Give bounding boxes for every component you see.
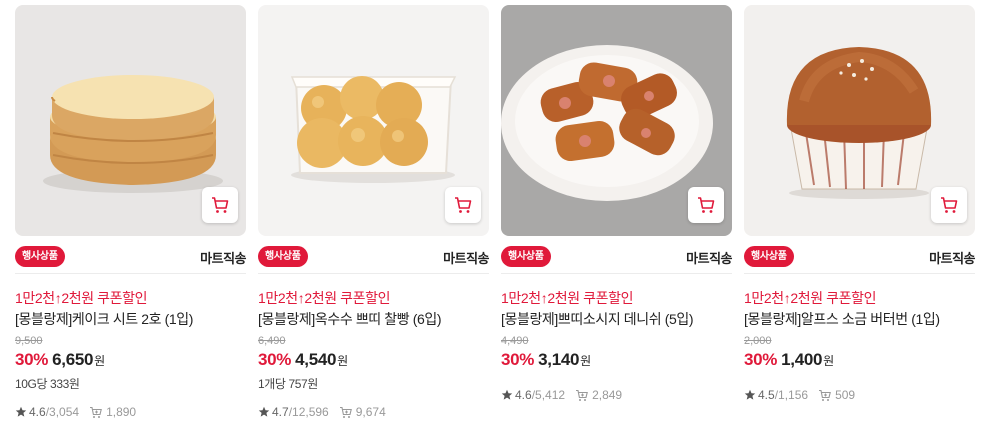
product-grid: 행사상품 마트직송 1만2천↑2천원 쿠폰할인 [몽블랑제]케이크 시트 2호 … (15, 5, 975, 428)
event-badge: 행사상품 (258, 246, 308, 267)
sale-price: 3,140 (538, 350, 580, 369)
product-title[interactable]: [몽블랑제]옥수수 쁘띠 찰빵 (6입) (258, 309, 442, 329)
review-count: /1,156 (774, 388, 809, 402)
cart-count: 9,674 (355, 405, 386, 419)
star-icon (15, 406, 27, 418)
event-badge: 행사상품 (744, 246, 794, 267)
cart-count-icon (575, 389, 589, 402)
cart-count-icon (89, 406, 103, 419)
add-to-cart-button[interactable] (202, 187, 238, 223)
product-image[interactable] (744, 5, 975, 236)
delivery-type: 마트직송 (200, 251, 246, 266)
star-icon (258, 406, 270, 418)
product-image[interactable] (15, 5, 246, 236)
coupon-text: 1만2천↑2천원 쿠폰할인 (258, 290, 391, 306)
product-card[interactable]: 행사상품 마트직송 1만2천↑2천원 쿠폰할인 [몽블랑제]쁘띠소시지 데니쉬 … (501, 5, 732, 428)
cart-count: 1,890 (106, 405, 137, 419)
add-to-cart-button[interactable] (445, 187, 481, 223)
event-badge: 행사상품 (501, 246, 551, 267)
coupon-text: 1만2천↑2천원 쿠폰할인 (15, 290, 148, 306)
product-image[interactable] (258, 5, 489, 236)
original-price: 2,000 (744, 335, 772, 347)
currency: 원 (823, 354, 835, 368)
cart-count: 2,849 (592, 388, 623, 402)
currency: 원 (94, 354, 106, 368)
add-to-cart-button[interactable] (688, 187, 724, 223)
price-row: 30% 1,400원 (744, 350, 834, 370)
original-price: 4,490 (501, 335, 529, 347)
coupon-text: 1만2천↑2천원 쿠폰할인 (744, 290, 877, 306)
product-card[interactable]: 행사상품 마트직송 1만2천↑2천원 쿠폰할인 [몽블랑제]알프스 소금 버터번… (744, 5, 975, 428)
discount-rate: 30% (501, 350, 535, 369)
cart-count-icon (339, 406, 353, 419)
rating: 4.7 (272, 405, 289, 419)
divider (744, 273, 975, 274)
sale-price: 6,650 (52, 350, 94, 369)
product-stats: 4.5/1,156 509 (744, 388, 855, 402)
product-stats: 4.6/3,054 1,890 (15, 405, 136, 419)
cart-icon (212, 197, 229, 213)
discount-rate: 30% (258, 350, 292, 369)
price-row: 30% 6,650원 (15, 350, 105, 370)
coupon-text: 1만2천↑2천원 쿠폰할인 (501, 290, 634, 306)
product-image[interactable] (501, 5, 732, 236)
cart-icon (698, 197, 715, 213)
discount-rate: 30% (744, 350, 778, 369)
review-count: /12,596 (288, 405, 329, 419)
discount-rate: 30% (15, 350, 49, 369)
original-price: 9,500 (15, 335, 43, 347)
sale-price: 4,540 (295, 350, 337, 369)
price-row: 30% 3,140원 (501, 350, 591, 370)
unit-price: 10G당 333원 (15, 377, 80, 391)
rating: 4.6 (29, 405, 46, 419)
product-card[interactable]: 행사상품 마트직송 1만2천↑2천원 쿠폰할인 [몽블랑제]케이크 시트 2호 … (15, 5, 246, 428)
divider (501, 273, 732, 274)
event-badge: 행사상품 (15, 246, 65, 267)
add-to-cart-button[interactable] (931, 187, 967, 223)
delivery-type: 마트직송 (929, 251, 975, 266)
review-count: /3,054 (45, 405, 80, 419)
product-card[interactable]: 행사상품 마트직송 1만2천↑2천원 쿠폰할인 [몽블랑제]옥수수 쁘띠 찰빵 … (258, 5, 489, 428)
star-icon (501, 389, 513, 401)
delivery-type: 마트직송 (686, 251, 732, 266)
currency: 원 (337, 354, 349, 368)
star-icon (744, 389, 756, 401)
rating: 4.5 (758, 388, 775, 402)
delivery-type: 마트직송 (443, 251, 489, 266)
divider (15, 273, 246, 274)
product-stats: 4.6/5,412 2,849 (501, 388, 622, 402)
price-row: 30% 4,540원 (258, 350, 348, 370)
cart-count-icon (818, 389, 832, 402)
product-title[interactable]: [몽블랑제]쁘띠소시지 데니쉬 (5입) (501, 309, 694, 329)
product-title[interactable]: [몽블랑제]알프스 소금 버터번 (1입) (744, 309, 940, 329)
unit-price: 1개당 757원 (258, 377, 318, 391)
product-stats: 4.7/12,596 9,674 (258, 405, 386, 419)
cart-icon (941, 197, 958, 213)
divider (258, 273, 489, 274)
product-title[interactable]: [몽블랑제]케이크 시트 2호 (1입) (15, 309, 193, 329)
sale-price: 1,400 (781, 350, 823, 369)
rating: 4.6 (515, 388, 532, 402)
cart-count: 509 (835, 388, 856, 402)
original-price: 6,490 (258, 335, 286, 347)
currency: 원 (580, 354, 592, 368)
review-count: /5,412 (531, 388, 566, 402)
cart-icon (455, 197, 472, 213)
